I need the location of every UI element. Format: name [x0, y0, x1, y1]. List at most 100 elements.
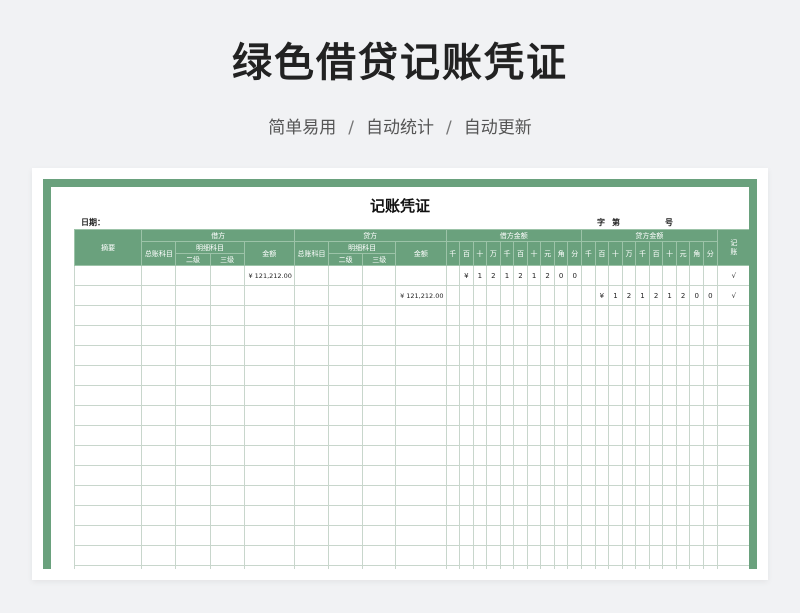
table-cell[interactable] — [540, 365, 555, 386]
table-cell[interactable] — [445, 485, 461, 506]
table-cell[interactable] — [243, 325, 295, 346]
table-cell[interactable]: 1 — [526, 265, 542, 286]
table-cell[interactable] — [362, 485, 397, 506]
table-cell[interactable] — [73, 285, 143, 306]
table-cell[interactable] — [395, 385, 447, 406]
table-cell[interactable] — [459, 485, 474, 506]
table-cell[interactable] — [445, 425, 461, 446]
table-cell[interactable] — [716, 565, 749, 569]
table-cell[interactable] — [513, 365, 528, 386]
table-cell[interactable] — [689, 365, 704, 386]
table-cell[interactable] — [553, 365, 569, 386]
table-cell[interactable] — [689, 345, 704, 366]
table-cell[interactable] — [621, 265, 637, 286]
table-cell[interactable] — [395, 365, 447, 386]
table-cell[interactable]: 2 — [513, 265, 528, 286]
table-cell[interactable] — [141, 545, 177, 566]
table-cell[interactable] — [635, 305, 650, 326]
table-cell[interactable] — [648, 445, 664, 466]
table-cell[interactable] — [594, 445, 610, 466]
table-cell[interactable] — [362, 385, 397, 406]
table-cell[interactable] — [445, 465, 461, 486]
table-cell[interactable] — [662, 305, 677, 326]
table-cell[interactable] — [499, 365, 515, 386]
table-cell[interactable] — [73, 365, 143, 386]
table-cell[interactable] — [675, 525, 691, 546]
table-cell[interactable] — [362, 445, 397, 466]
table-cell[interactable] — [209, 545, 245, 566]
table-cell[interactable] — [689, 305, 704, 326]
table-cell[interactable] — [553, 405, 569, 426]
table-cell[interactable] — [594, 505, 610, 526]
table-cell[interactable] — [513, 325, 528, 346]
table-cell[interactable] — [526, 285, 542, 306]
table-cell[interactable] — [608, 445, 623, 466]
table-cell[interactable] — [662, 425, 677, 446]
table-cell[interactable] — [689, 265, 704, 286]
table-cell[interactable] — [209, 325, 245, 346]
table-cell[interactable] — [662, 565, 677, 569]
table-cell[interactable] — [73, 465, 143, 486]
table-cell[interactable] — [540, 545, 555, 566]
table-cell[interactable] — [486, 505, 501, 526]
table-cell[interactable] — [716, 405, 749, 426]
table-cell[interactable] — [328, 565, 364, 569]
table-cell[interactable] — [486, 305, 501, 326]
table-cell[interactable] — [675, 325, 691, 346]
table-cell[interactable] — [209, 525, 245, 546]
table-cell[interactable] — [540, 485, 555, 506]
table-cell[interactable] — [513, 425, 528, 446]
table-cell[interactable] — [553, 565, 569, 569]
table-cell[interactable] — [567, 285, 583, 306]
table-cell[interactable] — [553, 325, 569, 346]
table-cell[interactable] — [635, 565, 650, 569]
table-cell[interactable] — [581, 565, 596, 569]
table-cell[interactable] — [567, 565, 583, 569]
table-cell[interactable] — [526, 565, 542, 569]
table-cell[interactable] — [608, 425, 623, 446]
table-cell[interactable] — [445, 385, 461, 406]
table-cell[interactable] — [513, 285, 528, 306]
table-cell[interactable] — [513, 345, 528, 366]
table-cell[interactable] — [648, 405, 664, 426]
table-cell[interactable] — [567, 485, 583, 506]
table-cell[interactable] — [513, 445, 528, 466]
table-cell[interactable] — [209, 385, 245, 406]
table-cell[interactable] — [243, 525, 295, 546]
table-cell[interactable] — [486, 425, 501, 446]
table-cell[interactable] — [716, 445, 749, 466]
table-cell[interactable] — [621, 365, 637, 386]
table-cell[interactable] — [648, 525, 664, 546]
table-cell[interactable] — [648, 485, 664, 506]
table-cell[interactable] — [594, 545, 610, 566]
table-cell[interactable] — [567, 405, 583, 426]
table-cell[interactable] — [635, 465, 650, 486]
table-cell[interactable] — [581, 285, 596, 306]
table-cell[interactable] — [472, 565, 488, 569]
table-cell[interactable] — [486, 385, 501, 406]
table-cell[interactable] — [581, 425, 596, 446]
table-cell[interactable] — [328, 365, 364, 386]
table-cell[interactable] — [581, 505, 596, 526]
table-cell[interactable] — [499, 425, 515, 446]
table-cell[interactable] — [472, 485, 488, 506]
table-cell[interactable] — [459, 385, 474, 406]
table-cell[interactable]: 0 — [689, 285, 704, 306]
table-cell[interactable] — [362, 465, 397, 486]
table-cell[interactable] — [608, 345, 623, 366]
table-cell[interactable] — [362, 345, 397, 366]
table-cell[interactable] — [175, 545, 211, 566]
table-cell[interactable] — [594, 385, 610, 406]
table-cell[interactable] — [141, 405, 177, 426]
table-cell[interactable] — [293, 465, 330, 486]
table-cell[interactable] — [648, 545, 664, 566]
table-cell[interactable] — [459, 345, 474, 366]
table-cell[interactable] — [621, 345, 637, 366]
table-cell[interactable] — [540, 285, 555, 306]
table-cell[interactable] — [662, 545, 677, 566]
table-cell[interactable] — [608, 565, 623, 569]
table-cell[interactable] — [141, 425, 177, 446]
table-cell[interactable] — [540, 345, 555, 366]
table-cell[interactable] — [73, 305, 143, 326]
table-cell[interactable] — [702, 385, 718, 406]
